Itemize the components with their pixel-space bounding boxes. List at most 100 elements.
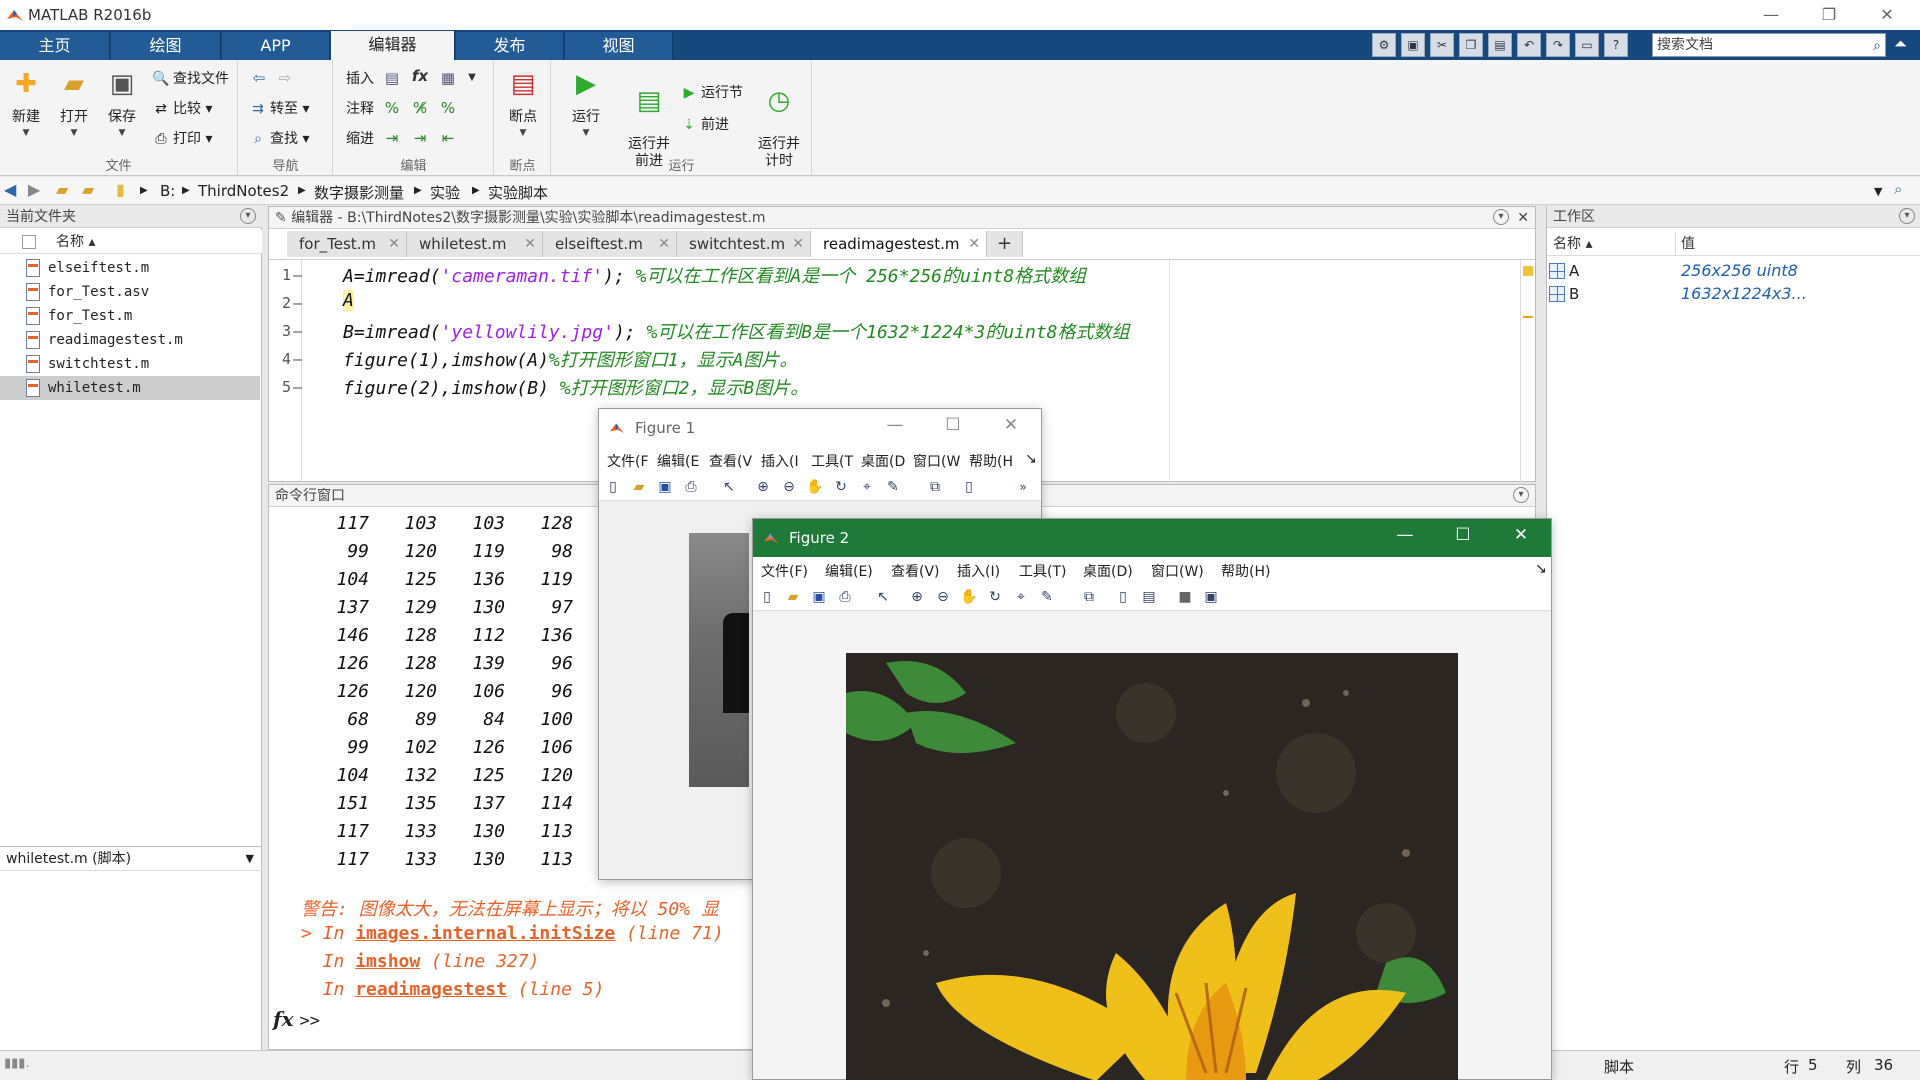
breakpoint-dash[interactable]: —	[293, 322, 302, 340]
code-analyzer-warning-icon[interactable]	[1523, 266, 1533, 276]
zoom-out-icon[interactable]: ⊖	[779, 477, 799, 497]
close-tab-icon[interactable]: ✕	[968, 231, 980, 257]
command-prompt[interactable]: fx >>	[273, 1007, 320, 1031]
file-item-selected[interactable]: whiletest.m	[0, 376, 260, 400]
forward-icon[interactable]: ⇨	[275, 68, 295, 88]
tab-plots[interactable]: 绘图	[111, 32, 221, 60]
close-editor-icon[interactable]: ✕	[1517, 207, 1529, 229]
breakpoints-button[interactable]: ▤ 断点 ▼	[503, 68, 543, 138]
find-files-button[interactable]: 🔍 查找文件	[152, 68, 229, 88]
menu-tools[interactable]: 工具(T)	[1019, 561, 1066, 581]
trace-function-link[interactable]: imshow	[355, 951, 420, 972]
restore-button[interactable]: ❐	[1806, 2, 1852, 28]
warning-marker[interactable]	[1523, 316, 1533, 318]
menu-tools[interactable]: 工具(T	[811, 451, 853, 471]
search-icon[interactable]: ⌕	[1873, 35, 1881, 57]
close-tab-icon[interactable]: ✕	[524, 231, 536, 257]
link-plot-icon[interactable]: ⧉	[925, 477, 945, 497]
copy-icon[interactable]: ❐	[1459, 33, 1483, 57]
minimize-button[interactable]: —	[1748, 2, 1794, 28]
close-button[interactable]: ✕	[1864, 2, 1910, 28]
comment-label[interactable]: 注释	[346, 98, 374, 118]
save-icon[interactable]: ▣	[1401, 33, 1425, 57]
redo-icon[interactable]: ↷	[1546, 33, 1570, 57]
open-button[interactable]: ▰ 打开 ▼	[54, 68, 94, 138]
undo-icon[interactable]: ↶	[1517, 33, 1541, 57]
edit-plot-icon[interactable]: ↖	[719, 477, 739, 497]
file-item[interactable]: switchtest.m	[0, 352, 260, 376]
run-section-button[interactable]: ▶ 运行节	[680, 82, 743, 102]
open-file-icon[interactable]: ▰	[783, 587, 803, 607]
name-column-header[interactable]: 名称 ▴	[0, 230, 262, 254]
menu-desktop[interactable]: 桌面(D)	[1083, 561, 1133, 581]
toolbar-more-icon[interactable]: »	[1013, 477, 1033, 497]
menu-insert[interactable]: 插入(I)	[957, 561, 1000, 581]
panel-actions-icon[interactable]: ▾	[1493, 209, 1509, 225]
insert-colorbar-icon[interactable]: ▯	[1113, 587, 1133, 607]
smart-indent-icon[interactable]: ⇥	[382, 128, 402, 148]
insert-colorbar-icon[interactable]: ▯	[959, 477, 979, 497]
close-tab-icon[interactable]: ✕	[792, 231, 804, 257]
save-button[interactable]: ▣ 保存 ▼	[102, 68, 142, 138]
open-file-icon[interactable]: ▰	[629, 477, 649, 497]
increase-indent-icon[interactable]: ⇥	[410, 128, 430, 148]
zoom-out-icon[interactable]: ⊖	[933, 587, 953, 607]
new-figure-icon[interactable]: ▯	[603, 477, 623, 497]
run-button[interactable]: ▶ 运行 ▼	[566, 68, 606, 138]
search-folder-icon[interactable]: ⌕	[1894, 180, 1902, 198]
search-documentation-input[interactable]: 搜索文档 ⌕	[1652, 33, 1886, 57]
breakpoint-dash[interactable]: —	[293, 378, 302, 396]
maximize-button[interactable]: ☐	[933, 415, 973, 435]
trace-line-link[interactable]: (line 327)	[420, 951, 539, 972]
close-tab-icon[interactable]: ✕	[658, 231, 670, 257]
up-folder-icon[interactable]: ▰	[56, 180, 68, 199]
collapse-ribbon-icon[interactable]: ⏶	[1894, 34, 1907, 54]
tab-editor[interactable]: 编辑器	[331, 31, 455, 61]
zoom-in-icon[interactable]: ⊕	[753, 477, 773, 497]
minimize-button[interactable]: —	[875, 415, 915, 435]
editor-tab-active[interactable]: readimagestest.m ✕	[811, 231, 987, 257]
trace-function-link[interactable]: readimagestest	[355, 979, 507, 1000]
fx-icon[interactable]: fx	[410, 66, 430, 86]
chevron-down-icon[interactable]: ▼	[1874, 185, 1882, 198]
menu-file[interactable]: 文件(F)	[761, 561, 808, 581]
data-cursor-icon[interactable]: ⌖	[857, 477, 877, 497]
menu-edit[interactable]: 编辑(E)	[825, 561, 873, 581]
dock-arrow-icon[interactable]: ↘	[1535, 561, 1547, 577]
file-item[interactable]: for_Test.asv	[0, 280, 260, 304]
rotate-3d-icon[interactable]: ↻	[831, 477, 851, 497]
preferences-icon[interactable]: ⚙	[1372, 33, 1396, 57]
chevron-down-icon[interactable]: ▼	[246, 847, 254, 871]
rotate-3d-icon[interactable]: ↻	[985, 587, 1005, 607]
crumb-folder[interactable]: ThirdNotes2	[198, 182, 289, 200]
figure1-titlebar[interactable]: Figure 1 — ☐ ✕	[599, 409, 1041, 447]
browse-folder-icon[interactable]: ▰	[82, 180, 94, 199]
menu-view[interactable]: 查看(V)	[891, 561, 940, 581]
maximize-button[interactable]: ☐	[1443, 525, 1483, 545]
crumb-folder[interactable]: 数字摄影测量	[314, 182, 404, 203]
pan-icon[interactable]: ✋	[805, 477, 825, 497]
forward-arrow-icon[interactable]: ▶	[28, 180, 40, 199]
insert-function-icon[interactable]: ▦	[438, 68, 458, 88]
advance-button[interactable]: ⇣ 前进	[680, 114, 729, 134]
breakpoint-dash[interactable]: —	[293, 294, 302, 312]
brush-icon[interactable]: ✎	[1037, 587, 1057, 607]
file-item[interactable]: for_Test.m	[0, 304, 260, 328]
workspace-variable-row[interactable]: A 256x256 uint8	[1547, 260, 1920, 282]
editor-tab[interactable]: for_Test.m ✕	[287, 231, 407, 257]
close-button[interactable]: ✕	[991, 415, 1031, 435]
tab-apps[interactable]: APP	[222, 32, 330, 60]
data-cursor-icon[interactable]: ⌖	[1011, 587, 1031, 607]
brush-icon[interactable]: ✎	[883, 477, 903, 497]
breakpoint-dash[interactable]: —	[293, 266, 302, 284]
find-button[interactable]: ⌕ 查找 ▾	[249, 128, 309, 148]
tab-home[interactable]: 主页	[0, 32, 110, 60]
crumb-drive[interactable]: B:	[160, 182, 175, 200]
print-figure-icon[interactable]: ⎙	[681, 477, 701, 497]
new-figure-icon[interactable]: ▯	[757, 587, 777, 607]
file-item[interactable]: readimagestest.m	[0, 328, 260, 352]
hide-plot-tools-icon[interactable]: ■	[1175, 587, 1195, 607]
goto-button[interactable]: ⇉ 转至 ▾	[249, 98, 309, 118]
new-tab-button[interactable]: +	[987, 231, 1023, 257]
trace-line-link[interactable]: (line 71)	[615, 923, 724, 944]
